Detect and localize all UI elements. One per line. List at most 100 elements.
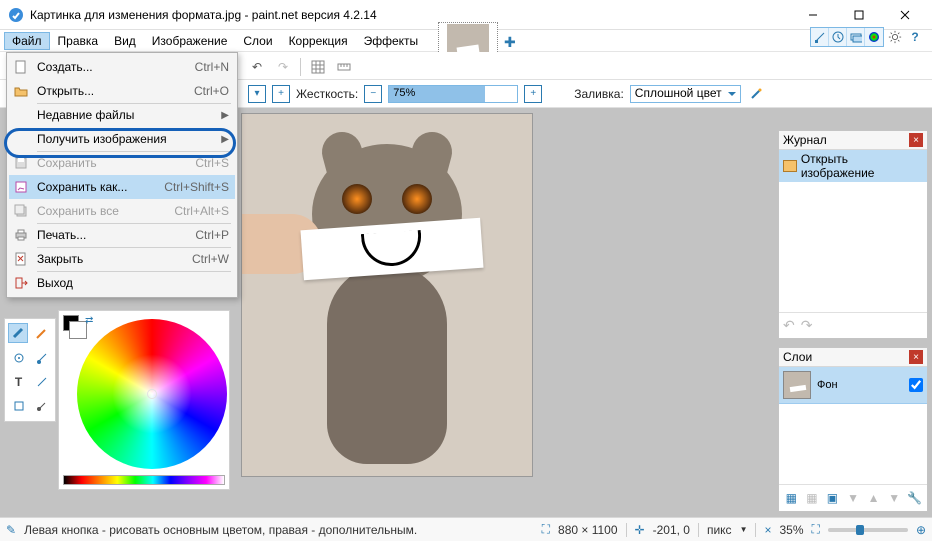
app-icon xyxy=(8,7,24,23)
panel-toggle-group xyxy=(810,27,884,47)
layer-row[interactable]: Фон xyxy=(779,367,927,404)
colors-panel-toggle[interactable] xyxy=(865,28,883,46)
hardness-label: Жесткость: xyxy=(296,87,358,101)
history-panel-toggle[interactable] xyxy=(829,28,847,46)
shapes-tool[interactable] xyxy=(8,395,29,417)
menu-image[interactable]: Изображение xyxy=(144,32,236,50)
help-icon[interactable]: ? xyxy=(906,28,924,46)
move-down-button[interactable]: ▼ xyxy=(886,489,903,507)
layers-title: Слои xyxy=(783,350,812,364)
recolor-tool[interactable] xyxy=(31,347,52,369)
status-cursor: -201, 0 xyxy=(653,523,690,537)
fill-style-select[interactable]: Сплошной цвет xyxy=(630,85,741,103)
paintbrush-tool[interactable] xyxy=(8,323,28,343)
brush-size-decrease[interactable]: ▾ xyxy=(248,85,266,103)
menu-save[interactable]: СохранитьCtrl+S xyxy=(9,151,235,175)
history-panel: Журнал× Открыть изображение ↶ ↷ xyxy=(778,130,928,339)
close-button[interactable] xyxy=(882,1,928,29)
hardness-slider[interactable]: 75% xyxy=(388,85,518,103)
menu-exit[interactable]: Выход xyxy=(9,271,235,295)
menu-bar: Файл Правка Вид Изображение Слои Коррекц… xyxy=(0,30,932,52)
status-dimensions: 880 × 1100 xyxy=(558,523,618,537)
menu-close[interactable]: ЗакрытьCtrl+W xyxy=(9,247,235,271)
menu-save-all[interactable]: Сохранить всеCtrl+Alt+S xyxy=(9,199,235,223)
menu-view[interactable]: Вид xyxy=(106,32,144,50)
save-all-icon xyxy=(11,201,31,221)
status-hint: Левая кнопка - рисовать основным цветом,… xyxy=(24,523,417,537)
status-zoom: 35% xyxy=(780,523,804,537)
brush-size-increase[interactable]: + xyxy=(272,85,290,103)
open-image-icon xyxy=(783,160,797,172)
clone-stamp-tool[interactable] xyxy=(8,347,29,369)
history-redo-icon[interactable]: ↷ xyxy=(801,317,813,334)
new-file-icon xyxy=(11,57,31,77)
delete-layer-button[interactable]: ▦ xyxy=(804,489,821,507)
colors-panel: ⇄ xyxy=(58,310,230,490)
dimensions-icon: ⛶ xyxy=(542,522,550,537)
open-folder-icon xyxy=(11,81,31,101)
menu-adjust[interactable]: Коррекция xyxy=(281,32,356,50)
color-wheel[interactable] xyxy=(77,319,227,469)
brush-icon: ✎ xyxy=(6,523,16,537)
menu-new[interactable]: Создать...Ctrl+N xyxy=(9,55,235,79)
merge-layer-button[interactable]: ▼ xyxy=(845,489,862,507)
undo-button[interactable]: ↶ xyxy=(246,56,268,78)
layers-close-icon[interactable]: × xyxy=(909,350,923,364)
duplicate-layer-button[interactable]: ▣ xyxy=(824,489,841,507)
history-item-label: Открыть изображение xyxy=(801,152,923,180)
pencil-tool[interactable] xyxy=(30,323,52,345)
tools-panel-toggle[interactable] xyxy=(811,28,829,46)
layer-visibility-checkbox[interactable] xyxy=(909,378,923,392)
menu-file[interactable]: Файл xyxy=(4,32,50,50)
color-picker-tool[interactable] xyxy=(31,395,52,417)
zoom-out-icon[interactable]: × xyxy=(764,523,771,537)
menu-acquire[interactable]: Получить изображения▶ xyxy=(9,127,235,151)
color-palette[interactable] xyxy=(63,475,225,485)
maximize-button[interactable] xyxy=(836,1,882,29)
layer-name: Фон xyxy=(817,379,903,391)
zoom-in-icon[interactable]: ⊕ xyxy=(916,523,926,537)
add-layer-button[interactable]: ▦ xyxy=(783,489,800,507)
ruler-button[interactable] xyxy=(333,56,355,78)
cursor-pos-icon: ✛ xyxy=(635,523,645,537)
save-as-icon xyxy=(11,177,31,197)
close-file-icon xyxy=(11,249,31,269)
zoom-slider[interactable] xyxy=(828,528,908,532)
grid-button[interactable] xyxy=(307,56,329,78)
menu-print[interactable]: Печать...Ctrl+P xyxy=(9,223,235,247)
text-tool[interactable]: T xyxy=(8,371,29,393)
hardness-decrease[interactable]: − xyxy=(364,85,382,103)
menu-layers[interactable]: Слои xyxy=(235,32,280,50)
menu-edit[interactable]: Правка xyxy=(50,32,107,50)
menu-recent[interactable]: Недавние файлы▶ xyxy=(9,103,235,127)
status-units[interactable]: пикс xyxy=(707,523,732,537)
settings-icon[interactable] xyxy=(886,28,904,46)
layers-panel-toggle[interactable] xyxy=(847,28,865,46)
redo-button[interactable]: ↷ xyxy=(272,56,294,78)
fit-window-icon[interactable]: ⛶ xyxy=(812,522,820,537)
fill-label: Заливка: xyxy=(574,87,624,101)
layers-panel: Слои × Фон ▦ ▦ ▣ ▼ ▲ ▼ 🔧 xyxy=(778,347,928,512)
menu-effects[interactable]: Эффекты xyxy=(356,32,427,50)
move-up-button[interactable]: ▲ xyxy=(865,489,882,507)
file-menu-dropdown: Создать...Ctrl+N Открыть...Ctrl+O Недавн… xyxy=(6,52,238,298)
history-undo-icon[interactable]: ↶ xyxy=(783,317,795,334)
swap-colors-icon[interactable]: ⇄ xyxy=(85,315,93,326)
history-item[interactable]: Открыть изображение xyxy=(779,150,927,182)
print-icon xyxy=(11,225,31,245)
canvas[interactable] xyxy=(242,114,532,476)
history-close-icon[interactable]: × xyxy=(909,133,923,147)
tools-panel: T xyxy=(4,318,56,422)
layer-properties-button[interactable]: 🔧 xyxy=(906,489,923,507)
layer-thumbnail xyxy=(783,371,811,399)
fill-options-icon[interactable] xyxy=(747,85,765,103)
line-tool[interactable] xyxy=(31,371,52,393)
menu-save-as[interactable]: Сохранить как...Ctrl+Shift+S xyxy=(9,175,235,199)
fill-style-value: Сплошной цвет xyxy=(635,86,722,100)
add-image-icon[interactable]: ✚ xyxy=(504,34,516,51)
save-icon xyxy=(11,153,31,173)
fg-bg-swatch[interactable] xyxy=(63,315,79,331)
hardness-increase[interactable]: + xyxy=(524,85,542,103)
minimize-button[interactable] xyxy=(790,1,836,29)
menu-open[interactable]: Открыть...Ctrl+O xyxy=(9,79,235,103)
